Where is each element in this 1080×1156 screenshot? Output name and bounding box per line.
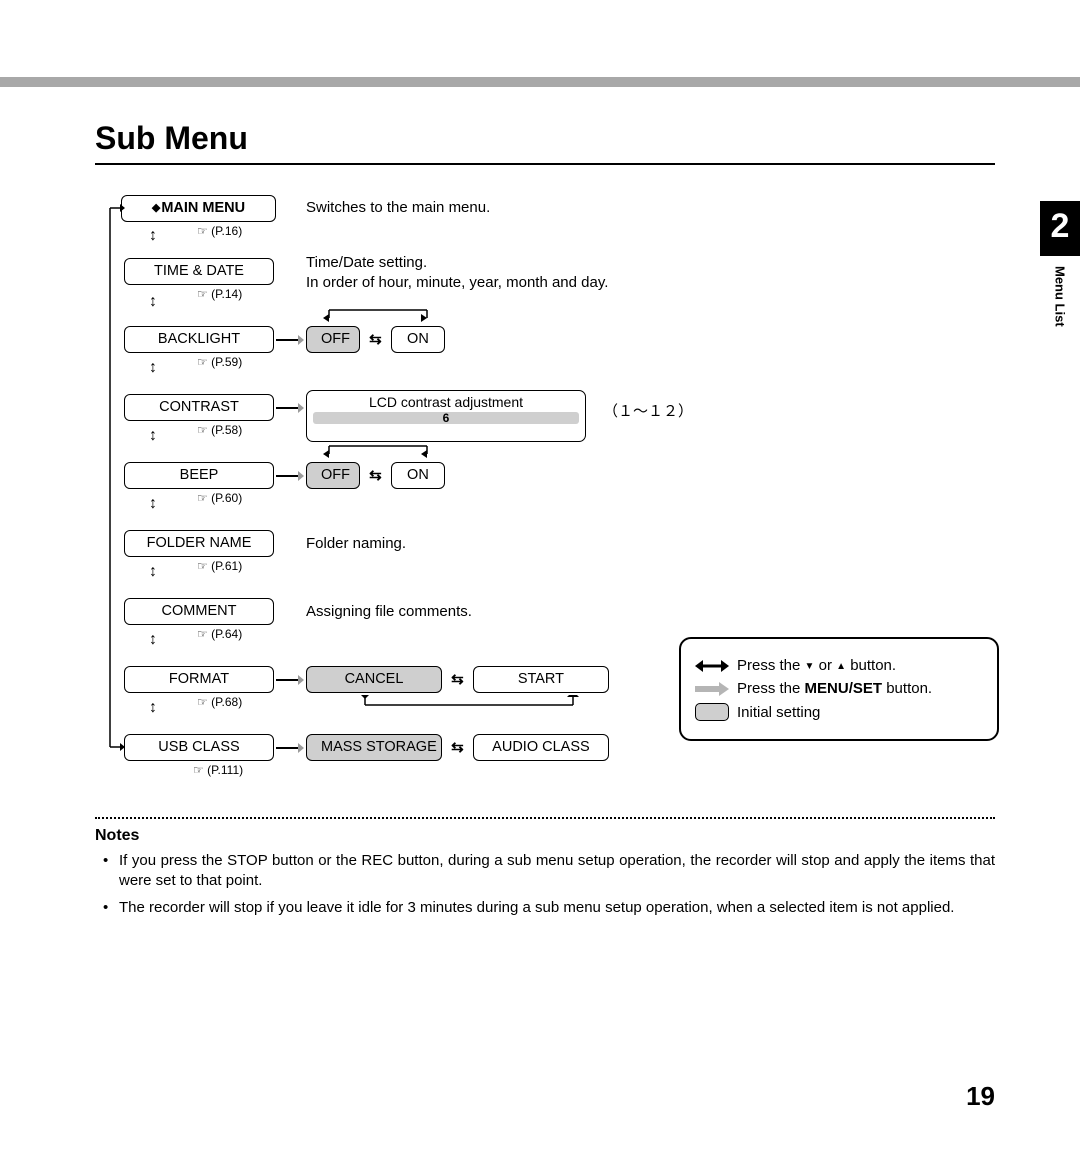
page-ref: (P.111) [193,763,243,777]
format-options: CANCEL ⇆ START [306,666,609,693]
swap-icon: ⇆ [369,330,382,348]
loop-icon [323,308,433,326]
page-ref: (P.59) [197,355,242,369]
note-item: The recorder will stop if you leave it i… [109,898,995,918]
beep-options: OFF ⇆ ON [306,462,445,489]
menu-diagram: ◆MAIN MENU (P.16) Switches to the main m… [109,195,995,805]
updown-arrow-icon: ↕ [149,427,157,445]
option-off: OFF [306,326,360,353]
menu-item-backlight: BACKLIGHT [124,326,274,353]
arrow-right-icon [276,469,304,483]
swap-icon: ⇆ [369,466,382,484]
contrast-range: （１～１２） [603,400,693,421]
menu-item-beep: BEEP [124,462,274,489]
legend-text: Initial setting [737,704,820,721]
legend-row-updown: Press the ▼ or ▲ button. [695,657,983,674]
updown-arrow-icon: ↕ [149,227,157,245]
updown-arrow-icon: ↕ [149,631,157,649]
contrast-value: 6 [313,411,579,425]
updown-arrow-icon: ↕ [149,293,157,311]
usb-options: MASS STORAGE ⇆ AUDIO CLASS [306,734,609,761]
page-ref: (P.68) [197,695,242,709]
option-audio-class: AUDIO CLASS [473,734,609,761]
notes-divider [95,817,995,819]
arrow-right-icon [276,673,304,687]
page-body: Sub Menu ◆MAIN MENU (P.16) Switches to t… [0,0,1080,984]
menu-item-main: ◆MAIN MENU [121,195,276,222]
menu-desc: Folder naming. [306,534,406,554]
page-number: 19 [966,1081,995,1112]
menu-item-usb-class: USB CLASS [124,734,274,761]
option-start: START [473,666,609,693]
swap-icon: ⇆ [451,670,464,688]
page-ref: (P.14) [197,287,242,301]
option-mass-storage: MASS STORAGE [306,734,442,761]
contrast-panel: LCD contrast adjustment 6 [306,390,586,442]
legend-row-menuset: Press the MENU/SET button. [695,680,983,697]
arrow-right-icon [276,401,304,415]
legend-text: Press the ▼ or ▲ button. [737,657,896,674]
legend-text: Press the MENU/SET button. [737,680,932,697]
loop-down-icon [359,695,579,715]
updown-double-arrow-icon [695,658,737,674]
notes-heading: Notes [95,827,995,845]
page-ref: (P.60) [197,491,242,505]
page-ref: (P.16) [197,224,242,238]
note-item: If you press the STOP button or the REC … [109,851,995,892]
page-ref: (P.58) [197,423,242,437]
legend-box: Press the ▼ or ▲ button. Press the MENU/… [679,637,999,741]
updown-arrow-icon: ↕ [149,563,157,581]
menu-item-time-date: TIME & DATE [124,258,274,285]
swap-icon: ⇆ [451,738,464,756]
option-on: ON [391,462,445,489]
menu-item-comment: COMMENT [124,598,274,625]
arrow-right-icon [276,333,304,347]
option-cancel: CANCEL [306,666,442,693]
menu-item-folder-name: FOLDER NAME [124,530,274,557]
page-title: Sub Menu [95,120,995,165]
page-ref: (P.61) [197,559,242,573]
menu-item-contrast: CONTRAST [124,394,274,421]
menu-desc: Switches to the main menu. [306,198,490,218]
option-on: ON [391,326,445,353]
contrast-bar: 6 [313,412,579,424]
notes-section: Notes If you press the STOP button or th… [95,827,995,918]
arrow-right-icon [276,741,304,755]
diamond-icon: ◆ [152,202,160,214]
backlight-options: OFF ⇆ ON [306,326,445,353]
updown-arrow-icon: ↕ [149,359,157,377]
contrast-title: LCD contrast adjustment [313,394,579,410]
updown-arrow-icon: ↕ [149,699,157,717]
menu-item-format: FORMAT [124,666,274,693]
option-off: OFF [306,462,360,489]
menu-desc: Time/Date setting. In order of hour, min… [306,253,608,294]
menu-label: MAIN MENU [161,200,245,216]
updown-arrow-icon: ↕ [149,495,157,513]
legend-initial-box-icon [695,703,737,721]
page-ref: (P.64) [197,627,242,641]
menu-desc: Assigning file comments. [306,602,472,622]
loop-icon [323,444,433,462]
arrow-right-gray-icon [695,682,737,696]
wrap-line-icon [105,195,125,765]
legend-row-initial: Initial setting [695,703,983,721]
